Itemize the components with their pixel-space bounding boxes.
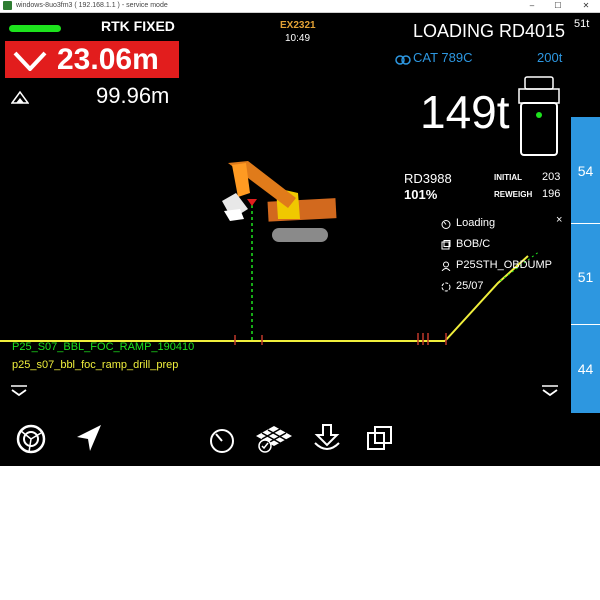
minimize-button[interactable]: – bbox=[520, 0, 544, 12]
excavator-icon bbox=[222, 161, 337, 242]
scale-label: 44 bbox=[577, 361, 594, 377]
gps-signal-bar bbox=[9, 25, 61, 32]
camera-icon[interactable] bbox=[15, 423, 47, 455]
info-dump-location: P25STH_OBDUMP bbox=[456, 259, 552, 271]
material-icon bbox=[441, 240, 451, 250]
close-info-button[interactable]: × bbox=[556, 214, 562, 226]
clock: 10:49 bbox=[285, 33, 311, 44]
download-icon[interactable] bbox=[312, 423, 342, 453]
info-material: BOB/C bbox=[456, 238, 491, 250]
chevron-down-icon bbox=[13, 51, 47, 71]
truck-model: CAT 789C bbox=[413, 50, 473, 65]
scale-label: 54 bbox=[577, 163, 594, 179]
app-icon bbox=[3, 1, 12, 10]
initial-label: INITIAL bbox=[494, 173, 522, 182]
elevation-icon bbox=[11, 90, 29, 104]
window-title: windows-8uo3fm3 ( 192.168.1.1 ) - servic… bbox=[16, 2, 168, 9]
truck-link-icon bbox=[395, 55, 411, 65]
bucket-tip-marker bbox=[247, 199, 257, 206]
reweigh-value: 196 bbox=[542, 188, 561, 200]
maximize-button[interactable]: ☐ bbox=[546, 0, 570, 12]
previous-load-percent: 101% bbox=[404, 187, 438, 202]
initial-value: 203 bbox=[542, 171, 561, 183]
haul-truck-icon bbox=[518, 76, 560, 156]
scale-tick bbox=[571, 223, 600, 224]
design-profile-view bbox=[0, 161, 541, 345]
navigation-icon[interactable] bbox=[75, 423, 103, 453]
info-date: 25/07 bbox=[456, 280, 484, 292]
scale-tick bbox=[571, 324, 600, 325]
timer-icon bbox=[441, 220, 451, 229]
expand-left-chevron-icon[interactable] bbox=[10, 385, 28, 397]
truck-capacity: 200t bbox=[537, 50, 563, 65]
calendar-icon bbox=[441, 282, 451, 292]
gps-status: RTK FIXED bbox=[101, 18, 175, 34]
expand-right-chevron-icon[interactable] bbox=[541, 385, 559, 397]
machine-guidance-screen: RTK FIXED EX2321 10:49 23.06m 99.96m LOA… bbox=[0, 13, 600, 466]
scale-label: 51 bbox=[577, 269, 594, 285]
location-icon bbox=[441, 261, 451, 271]
reweigh-label: REWEIGH bbox=[494, 190, 533, 199]
payload-value: 149t bbox=[420, 86, 510, 138]
window-titlebar: windows-8uo3fm3 ( 192.168.1.1 ) - servic… bbox=[0, 0, 600, 13]
loading-truck-title: LOADING RD4015 bbox=[413, 21, 566, 41]
grid-check-icon[interactable] bbox=[252, 424, 296, 454]
design-surface-name: P25_S07_BBL_FOC_RAMP_190410 bbox=[12, 341, 195, 353]
copy-icon[interactable] bbox=[366, 425, 394, 453]
scale-top-label: 51t bbox=[574, 18, 590, 30]
machine-id: EX2321 bbox=[280, 20, 316, 31]
cut-depth-value: 23.06m bbox=[57, 43, 159, 76]
elevation-value: 99.96m bbox=[96, 83, 170, 108]
drill-surface-name: p25_s07_bbl_foc_ramp_drill_prep bbox=[12, 359, 179, 371]
close-window-button[interactable]: ✕ bbox=[574, 0, 598, 12]
info-status: Loading bbox=[456, 217, 496, 229]
previous-truck-id: RD3988 bbox=[404, 171, 452, 186]
timer-icon[interactable] bbox=[208, 426, 236, 454]
